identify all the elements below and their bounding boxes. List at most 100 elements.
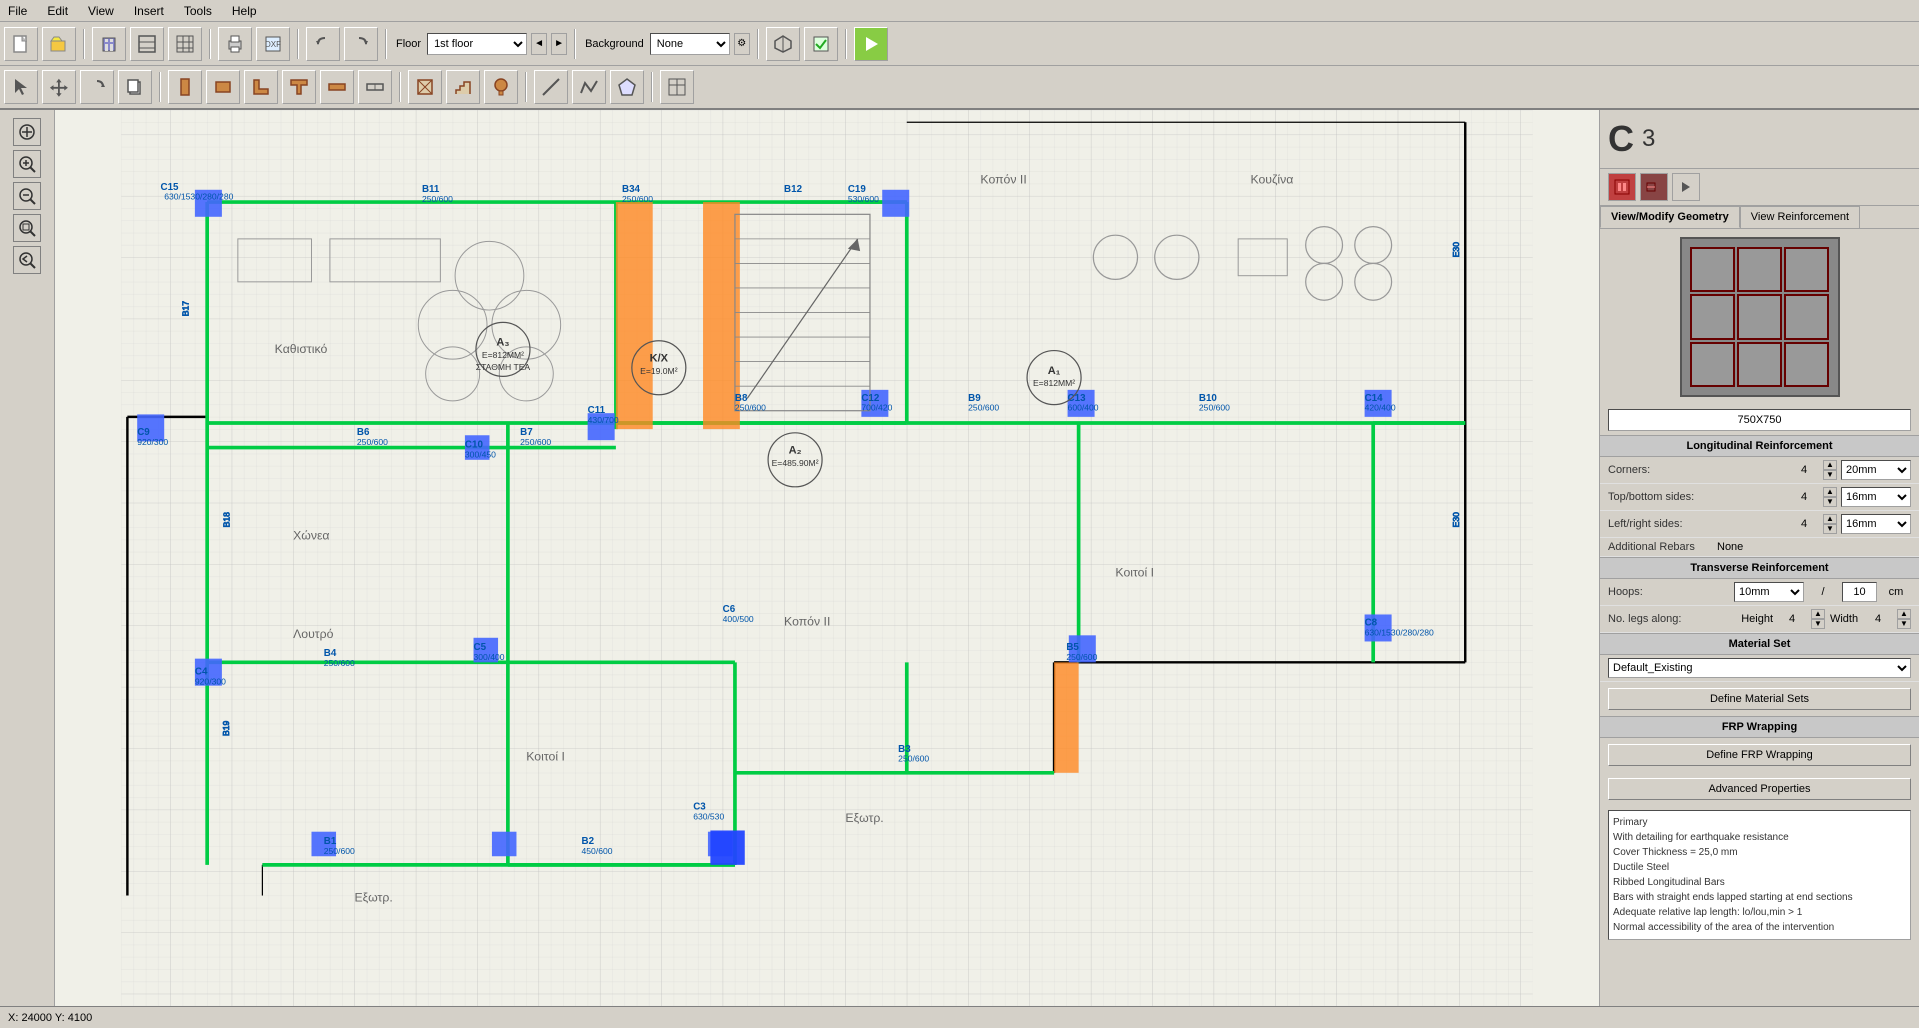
- menu-file[interactable]: File: [4, 2, 31, 20]
- menu-view[interactable]: View: [84, 2, 118, 20]
- tab-reinforcement[interactable]: View Reinforcement: [1740, 206, 1860, 228]
- zoom-in-btn[interactable]: [13, 150, 41, 178]
- height-up[interactable]: ▲: [1811, 609, 1825, 619]
- height-down[interactable]: ▼: [1811, 619, 1825, 629]
- stair-btn[interactable]: [446, 70, 480, 104]
- define-material-btn[interactable]: Define Material Sets: [1608, 688, 1911, 710]
- grid-button[interactable]: [168, 27, 202, 61]
- corners-unit-select[interactable]: 20mm16mm12mm25mm: [1841, 460, 1911, 480]
- corners-spinner[interactable]: ▲ ▼: [1823, 460, 1837, 480]
- pile-btn[interactable]: [484, 70, 518, 104]
- region-btn[interactable]: [610, 70, 644, 104]
- svg-text:E=485.90M²: E=485.90M²: [772, 458, 819, 468]
- hoops-unit: cm: [1881, 586, 1911, 598]
- corners-up[interactable]: ▲: [1823, 460, 1837, 470]
- panel-arrow-btn[interactable]: [1672, 173, 1700, 201]
- line-btn[interactable]: [534, 70, 568, 104]
- panel-tabs: View/Modify Geometry View Reinforcement: [1600, 206, 1919, 229]
- topbottom-spinner[interactable]: ▲ ▼: [1823, 487, 1837, 507]
- corners-down[interactable]: ▼: [1823, 470, 1837, 480]
- zoom-window-btn[interactable]: [13, 214, 41, 242]
- additional-value: None: [1709, 541, 1911, 553]
- grid-cell-mm: [1737, 294, 1782, 339]
- svg-text:DXF: DXF: [265, 40, 281, 49]
- leftright-unit-select[interactable]: 16mm12mm20mm25mm: [1841, 514, 1911, 534]
- view3d-button[interactable]: [766, 27, 800, 61]
- hoops-spacing-input[interactable]: [1842, 582, 1877, 602]
- canvas-area[interactable]: Καθιστικό Κοπόν II Κουζίνα Κοιτοί I Κοπό…: [55, 110, 1599, 1006]
- opening-btn[interactable]: I: [358, 70, 392, 104]
- twall-btn[interactable]: [282, 70, 316, 104]
- hoops-divider: /: [1808, 586, 1838, 598]
- zoom-all-btn[interactable]: [13, 118, 41, 146]
- topbottom-unit-select[interactable]: 16mm12mm20mm25mm: [1841, 487, 1911, 507]
- svg-text:Κουζίνα: Κουζίνα: [1250, 173, 1293, 187]
- leftright-down[interactable]: ▼: [1823, 524, 1837, 534]
- copy-tool[interactable]: [118, 70, 152, 104]
- svg-text:Χώνεα: Χώνεα: [293, 529, 329, 543]
- hoops-select[interactable]: 10mm8mm12mm: [1734, 582, 1804, 602]
- lwall-btn[interactable]: [244, 70, 278, 104]
- leftright-up[interactable]: ▲: [1823, 514, 1837, 524]
- floor-next-btn[interactable]: ►: [551, 33, 567, 55]
- advanced-props-btn[interactable]: Advanced Properties: [1608, 778, 1911, 800]
- new-button[interactable]: [4, 27, 38, 61]
- column-size-input[interactable]: [1608, 409, 1911, 431]
- slab-btn[interactable]: [408, 70, 442, 104]
- svg-text:250/600: 250/600: [1066, 652, 1097, 662]
- rotate-tool[interactable]: [80, 70, 114, 104]
- panel-edit-btn[interactable]: [1640, 173, 1668, 201]
- table-btn[interactable]: [660, 70, 694, 104]
- move-tool[interactable]: [42, 70, 76, 104]
- menu-insert[interactable]: Insert: [130, 2, 168, 20]
- width-down[interactable]: ▼: [1897, 619, 1911, 629]
- panel-icons: [1600, 169, 1919, 206]
- menu-edit[interactable]: Edit: [43, 2, 72, 20]
- select-tool[interactable]: [4, 70, 38, 104]
- column-btn[interactable]: [168, 70, 202, 104]
- beam-btn[interactable]: [320, 70, 354, 104]
- material-row: Default_Existing Default_New: [1600, 655, 1919, 682]
- print-button[interactable]: [218, 27, 252, 61]
- separator5: [574, 29, 576, 59]
- menu-tools[interactable]: Tools: [180, 2, 216, 20]
- leftright-spinner[interactable]: ▲ ▼: [1823, 514, 1837, 534]
- main-area: Καθιστικό Κοπόν II Κουζίνα Κοιτοί I Κοπό…: [0, 110, 1919, 1006]
- width-label: Width: [1829, 613, 1859, 625]
- background-btn[interactable]: ⚙: [734, 33, 750, 55]
- column-header: C 3: [1600, 110, 1919, 169]
- define-frp-btn[interactable]: Define FRP Wrapping: [1608, 744, 1911, 766]
- menu-help[interactable]: Help: [228, 2, 261, 20]
- corners-row: Corners: 4 ▲ ▼ 20mm16mm12mm25mm: [1600, 457, 1919, 484]
- building-button[interactable]: [92, 27, 126, 61]
- svg-text:I: I: [374, 82, 377, 92]
- polyline-btn[interactable]: [572, 70, 606, 104]
- separator6: [757, 29, 759, 59]
- floor-button[interactable]: [130, 27, 164, 61]
- redo-button[interactable]: [344, 27, 378, 61]
- check-button[interactable]: [804, 27, 838, 61]
- topbottom-up[interactable]: ▲: [1823, 487, 1837, 497]
- open-button[interactable]: [42, 27, 76, 61]
- width-value: 4: [1863, 613, 1893, 625]
- height-value: 4: [1777, 613, 1807, 625]
- width-spinner[interactable]: ▲ ▼: [1897, 609, 1911, 629]
- floor-prev-btn[interactable]: ◄: [531, 33, 547, 55]
- export-button[interactable]: DXF: [256, 27, 290, 61]
- width-up[interactable]: ▲: [1897, 609, 1911, 619]
- background-select[interactable]: None Image DXF: [650, 33, 730, 55]
- floor-select[interactable]: 1st floor 2nd floor 3rd floor: [427, 33, 527, 55]
- height-spinner[interactable]: ▲ ▼: [1811, 609, 1825, 629]
- legs-row: No. legs along: Height 4 ▲ ▼ Width 4 ▲ ▼: [1600, 606, 1919, 633]
- undo-button[interactable]: [306, 27, 340, 61]
- material-select[interactable]: Default_Existing Default_New: [1608, 658, 1911, 678]
- run-button[interactable]: [854, 27, 888, 61]
- zoom-out-btn[interactable]: [13, 182, 41, 210]
- additional-label: Additional Rebars: [1608, 541, 1705, 553]
- topbottom-down[interactable]: ▼: [1823, 497, 1837, 507]
- wall-btn[interactable]: [206, 70, 240, 104]
- zoom-prev-btn[interactable]: [13, 246, 41, 274]
- tab-geometry[interactable]: View/Modify Geometry: [1600, 206, 1740, 228]
- panel-view-btn[interactable]: [1608, 173, 1636, 201]
- grid-cell-mr: [1784, 294, 1829, 339]
